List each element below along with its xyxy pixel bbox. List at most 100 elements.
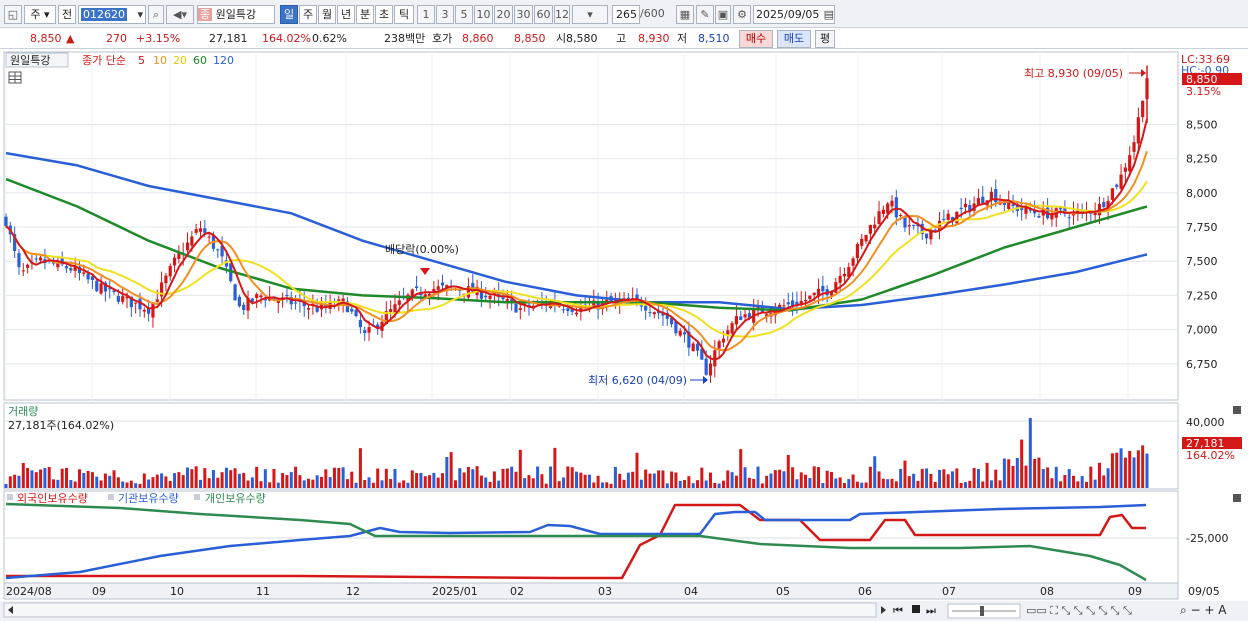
interval-dropdown[interactable]: ▾ [572, 5, 608, 24]
period-second-button[interactable]: 초 [375, 5, 393, 24]
candle-body [730, 323, 734, 334]
legend-ma120: 120 [213, 54, 234, 67]
volume-bar [708, 472, 712, 488]
volume-bar [181, 475, 185, 488]
volume-bar [363, 480, 367, 488]
bid-price-1: 8,860 [462, 32, 494, 45]
volume-bar [311, 479, 315, 488]
candle-body [82, 272, 86, 274]
interval-1-button[interactable]: 1 [417, 5, 435, 24]
y-tick-label: 8,500 [1186, 118, 1218, 131]
date-picker[interactable]: 2025/09/05 ▤ [753, 5, 835, 24]
volume-bar [670, 471, 674, 488]
volume-bar [989, 480, 993, 488]
candle-body [1037, 216, 1041, 218]
stock-chart[interactable]: 6,750 7,000 7,250 7,500 7,750 8,000 8,250 8,500… [0, 50, 1248, 621]
volume-bar [302, 480, 306, 488]
volume-bar [406, 482, 410, 488]
trade-amount: 238백만 [384, 32, 426, 45]
volume-bar [428, 475, 432, 488]
interval-20-button[interactable]: 20 [494, 5, 513, 24]
chart-settings-icon[interactable]: ▦ [676, 5, 694, 24]
volume-bar [626, 472, 630, 488]
search-icon[interactable]: ⌕ [148, 5, 164, 24]
last-pct-text: 3.15% [1186, 85, 1221, 98]
fast-forward-icon[interactable]: ⏭ [926, 604, 936, 617]
volume-bar [791, 467, 795, 488]
interval-60-button[interactable]: 60 [534, 5, 553, 24]
volume-bar [47, 467, 51, 488]
volume-bar [4, 483, 8, 488]
volume-panel-close-icon[interactable] [1233, 406, 1241, 414]
candle-body [414, 286, 419, 289]
candle-body [99, 283, 103, 294]
period-day-button[interactable]: 일 [280, 5, 298, 24]
period-month-button[interactable]: 월 [318, 5, 336, 24]
volume-bar [648, 473, 652, 488]
volume-bar [142, 473, 146, 488]
prev-button[interactable]: 전 [58, 5, 76, 24]
volume-bar [26, 468, 30, 488]
candle-body [786, 302, 790, 305]
volume-bar [458, 468, 462, 488]
volume-bar [1076, 481, 1080, 488]
price-change-pct: +3.15% [136, 32, 181, 45]
volume-bar [1041, 469, 1045, 488]
volume-bar [242, 472, 246, 488]
interval-120-button[interactable]: 120 [554, 5, 570, 24]
window-icon[interactable]: ◱ [4, 5, 22, 24]
market-select[interactable]: 주 ▾ [24, 5, 56, 24]
volume-axis-top: 40,000 [1186, 416, 1225, 429]
candle-body [860, 238, 864, 246]
draw-tool-icon[interactable]: ✎ [696, 5, 714, 24]
volume-bar [402, 480, 406, 488]
volume-bar [925, 468, 929, 488]
zoom-controls[interactable]: ⌕ − + A [1180, 603, 1227, 617]
save-icon[interactable]: ▣ [715, 5, 731, 24]
candle-body [1011, 204, 1015, 206]
gear-icon[interactable]: ⚙ [733, 5, 751, 24]
candle-body [821, 285, 825, 292]
x-tick-label: 09 [92, 585, 106, 598]
volume-bar [320, 476, 324, 488]
candle-body [566, 308, 570, 312]
period-year-button[interactable]: 년 [337, 5, 355, 24]
eval-button[interactable]: 평 [815, 30, 835, 48]
zoom-slider-handle[interactable] [980, 606, 984, 616]
rewind-icon[interactable]: ⏮ [893, 604, 903, 617]
volume-bar [985, 462, 989, 488]
candle-body [803, 299, 808, 302]
volume-bar [808, 478, 812, 488]
volume-bar [531, 478, 535, 488]
candle-body [1123, 167, 1127, 172]
interval-3-button[interactable]: 3 [436, 5, 454, 24]
stock-code-input[interactable]: 012620 ▾ [78, 5, 146, 24]
interval-30-button[interactable]: 30 [514, 5, 533, 24]
volume-bar [471, 469, 475, 488]
volume-bar [82, 472, 86, 488]
holdings-panel-close-icon[interactable] [1233, 494, 1241, 502]
speaker-icon[interactable]: ◀▾ [166, 5, 194, 24]
volume-bar [1097, 462, 1101, 488]
count-input[interactable]: 265 [612, 5, 640, 24]
period-week-button[interactable]: 주 [299, 5, 317, 24]
volume-bar [838, 477, 842, 488]
interval-10-button[interactable]: 10 [474, 5, 493, 24]
volume-bar [492, 471, 496, 488]
period-tick-button[interactable]: 틱 [394, 5, 414, 24]
price-panel [3, 51, 1179, 401]
candle-body [1110, 188, 1115, 200]
volume-bar [795, 479, 799, 488]
sell-button[interactable]: 매도 [777, 30, 811, 48]
stock-name-field[interactable]: 종 원일특강 [197, 5, 275, 24]
buy-button[interactable]: 매수 [739, 30, 773, 48]
scrollbar-track[interactable] [3, 602, 877, 618]
period-minute-button[interactable]: 분 [356, 5, 374, 24]
tool-icons[interactable]: ▭▭ ⛶ ⤡ ⤡ ⤡ ⤡ ⤡ ⤡ [1026, 604, 1132, 617]
stop-icon[interactable] [912, 605, 920, 613]
volume-bar [151, 477, 155, 488]
volume-bar [540, 474, 544, 488]
calendar-icon[interactable]: ▤ [824, 6, 834, 23]
interval-5-button[interactable]: 5 [455, 5, 473, 24]
volume-bar [220, 472, 224, 488]
